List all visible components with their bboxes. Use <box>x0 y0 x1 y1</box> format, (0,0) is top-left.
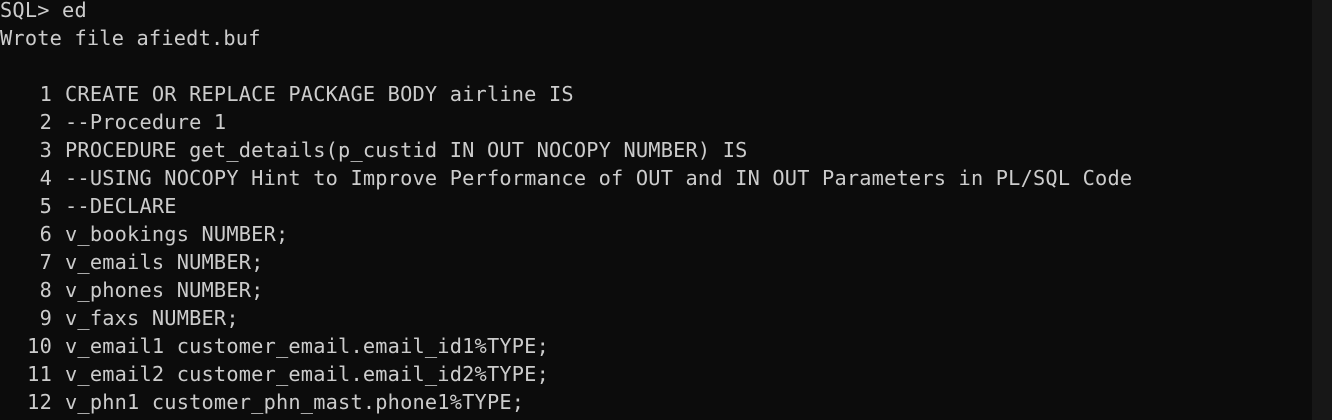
line-number: 3 <box>39 138 52 162</box>
code-line: 9 v_faxs NUMBER; <box>0 304 1312 332</box>
code-text: v_email2 customer_email.email_id2%TYPE; <box>65 362 550 386</box>
line-number: 7 <box>39 250 52 274</box>
line-number: 12 <box>27 390 52 414</box>
code-text: v_faxs NUMBER; <box>65 306 239 330</box>
code-text: v_phones NUMBER; <box>65 278 264 302</box>
code-text: --USING NOCOPY Hint to Improve Performan… <box>65 166 1133 190</box>
code-text: --Procedure 1 <box>65 110 227 134</box>
code-text: PROCEDURE get_details(p_custid IN OUT NO… <box>65 138 748 162</box>
code-line: 11 v_email2 customer_email.email_id2%TYPE… <box>0 360 1312 388</box>
scrollbar-thumb[interactable] <box>1318 60 1326 300</box>
line-number: 9 <box>39 306 52 330</box>
code-text: v_phn1 customer_phn_mast.phone1%TYPE; <box>65 390 525 414</box>
code-text: v_emails NUMBER; <box>65 250 264 274</box>
code-line: 1 CREATE OR REPLACE PACKAGE BODY airline … <box>0 80 1312 108</box>
code-line: 10 v_email1 customer_email.email_id1%TYPE… <box>0 332 1312 360</box>
sql-prompt-line: SQL> ed <box>0 0 87 22</box>
vertical-scrollbar[interactable] <box>1312 0 1332 420</box>
line-number: 5 <box>39 194 52 218</box>
code-line: 4 --USING NOCOPY Hint to Improve Performa… <box>0 164 1312 192</box>
code-line: 6 v_bookings NUMBER; <box>0 220 1312 248</box>
status-message: Wrote file afiedt.buf <box>0 26 261 50</box>
code-text: --DECLARE <box>65 194 177 218</box>
line-number: 6 <box>39 222 52 246</box>
code-text: v_bookings NUMBER; <box>65 222 289 246</box>
line-number: 2 <box>39 110 52 134</box>
code-line: 3 PROCEDURE get_details(p_custid IN OUT N… <box>0 136 1312 164</box>
code-line: 12 v_phn1 customer_phn_mast.phone1%TYPE; <box>0 388 1312 416</box>
code-text: v_email1 customer_email.email_id1%TYPE; <box>65 334 550 358</box>
line-number: 4 <box>39 166 52 190</box>
line-number: 10 <box>27 334 52 358</box>
line-number: 11 <box>27 362 52 386</box>
line-number: 8 <box>39 278 52 302</box>
code-line: 7 v_emails NUMBER; <box>0 248 1312 276</box>
terminal-output[interactable]: SQL> ed Wrote file afiedt.buf 1 CREATE OR… <box>0 0 1312 420</box>
code-text: CREATE OR REPLACE PACKAGE BODY airline I… <box>65 82 574 106</box>
code-line: 8 v_phones NUMBER; <box>0 276 1312 304</box>
code-listing: 1 CREATE OR REPLACE PACKAGE BODY airline … <box>0 80 1312 416</box>
code-line: 5 --DECLARE <box>0 192 1312 220</box>
code-line: 2 --Procedure 1 <box>0 108 1312 136</box>
line-number: 1 <box>39 82 52 106</box>
